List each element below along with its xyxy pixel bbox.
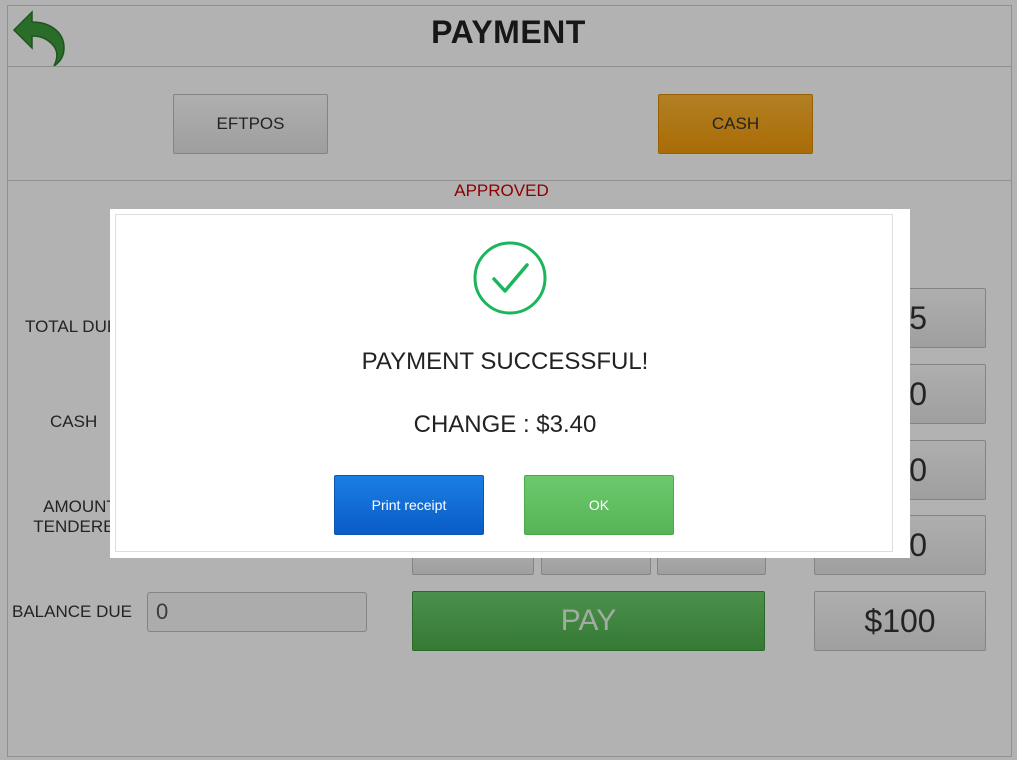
payment-successful-text: PAYMENT SUCCESSFUL! [361, 348, 649, 375]
change-amount-text: CHANGE : $3.40 [413, 411, 597, 438]
payment-success-dialog: PAYMENT SUCCESSFUL! CHANGE : $3.40 Print… [110, 209, 910, 558]
dialog-content: PAYMENT SUCCESSFUL! CHANGE : $3.40 Print… [115, 214, 893, 552]
print-receipt-button[interactable]: Print receipt [334, 475, 484, 535]
ok-button[interactable]: OK [524, 475, 674, 535]
check-circle-icon [473, 241, 547, 315]
